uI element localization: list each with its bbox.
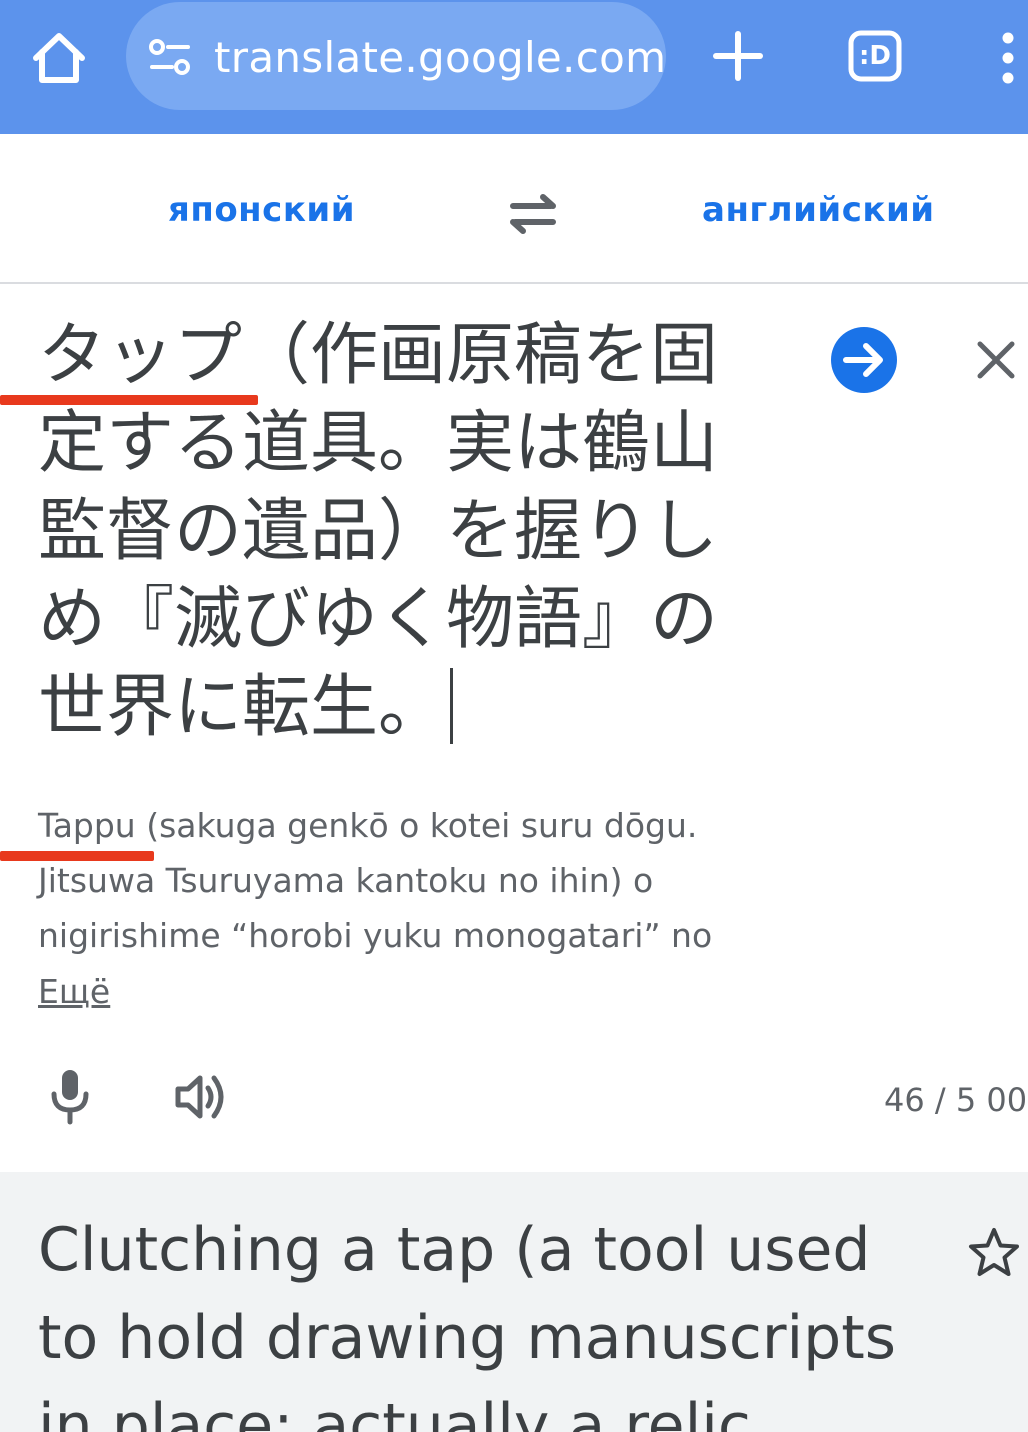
language-bar: японский английский xyxy=(0,134,1028,284)
close-icon xyxy=(977,341,1015,379)
swap-languages-button[interactable] xyxy=(505,192,561,236)
annotation-underline-source xyxy=(0,395,258,405)
browser-menu-button[interactable] xyxy=(994,30,1024,86)
arrow-forward-icon xyxy=(831,327,897,393)
character-count: 46 / 5 000 xyxy=(884,1081,1028,1119)
translate-go-button[interactable] xyxy=(830,326,898,394)
target-language-button[interactable]: английский xyxy=(702,190,935,230)
voice-input-button[interactable] xyxy=(46,1068,94,1126)
browser-toolbar: translate.google.com/ :D xyxy=(0,0,1028,134)
home-button[interactable] xyxy=(28,28,90,88)
more-link[interactable]: Ещё xyxy=(38,964,110,1019)
url-text[interactable]: translate.google.com/ xyxy=(214,28,666,88)
transliteration-text: Tappu (sakuga genkō o kotei suru dōgu. J… xyxy=(38,806,713,955)
volume-up-icon xyxy=(175,1075,224,1119)
listen-source-button[interactable] xyxy=(174,1070,230,1124)
new-tab-button[interactable] xyxy=(712,30,764,82)
source-language-button[interactable]: японский xyxy=(168,190,355,230)
save-translation-button[interactable] xyxy=(966,1226,1022,1280)
annotation-underline-transliteration xyxy=(0,851,154,861)
home-icon xyxy=(33,33,85,83)
translation-result-panel: Clutching a tap (a tool used to hold dra… xyxy=(0,1172,1028,1432)
translation-result-text[interactable]: Clutching a tap (a tool used to hold dra… xyxy=(38,1206,938,1432)
tune-icon[interactable] xyxy=(148,38,194,78)
text-cursor xyxy=(450,668,454,744)
swap-horiz-icon xyxy=(510,194,556,234)
tab-switcher-button[interactable]: :D xyxy=(846,28,904,84)
mic-icon xyxy=(51,1070,89,1125)
source-text: タップ（作画原稿を固定する道具。実は鶴山監督の遺品）を握りしめ『滅びゆく物語』の… xyxy=(38,316,719,747)
tab-switcher-label: :D xyxy=(859,41,891,71)
plus-icon xyxy=(713,31,763,81)
clear-text-button[interactable] xyxy=(972,336,1020,384)
more-vert-icon xyxy=(1002,32,1014,84)
source-text-input[interactable]: タップ（作画原稿を固定する道具。実は鶴山監督の遺品）を握りしめ『滅びゆく物語』の… xyxy=(38,312,778,752)
address-bar[interactable]: translate.google.com/ xyxy=(126,2,666,110)
star-outline-icon xyxy=(969,1228,1019,1276)
